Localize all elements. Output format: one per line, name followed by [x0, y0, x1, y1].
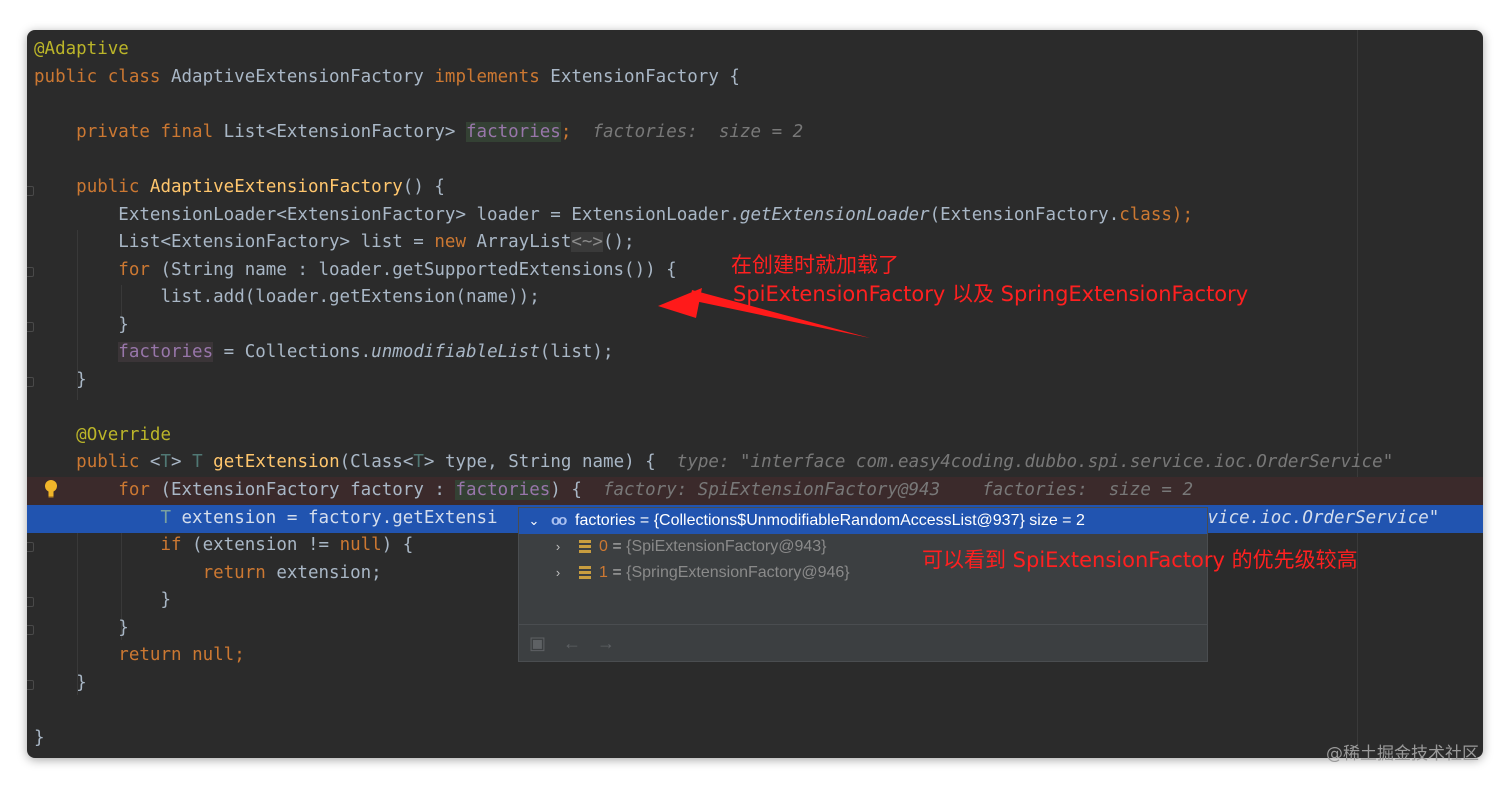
annotation-arrow [658, 288, 870, 338]
watermark: @稀土掘金技术社区 [1326, 744, 1479, 764]
annotation-note: 可以看到 SpiExtensionFactory 的优先级较高 [922, 548, 1358, 572]
annotation-note: 在创建时就加载了 [731, 253, 899, 277]
annotation-note: SpiExtensionFactory 以及 SpringExtensionFa… [733, 282, 1249, 306]
